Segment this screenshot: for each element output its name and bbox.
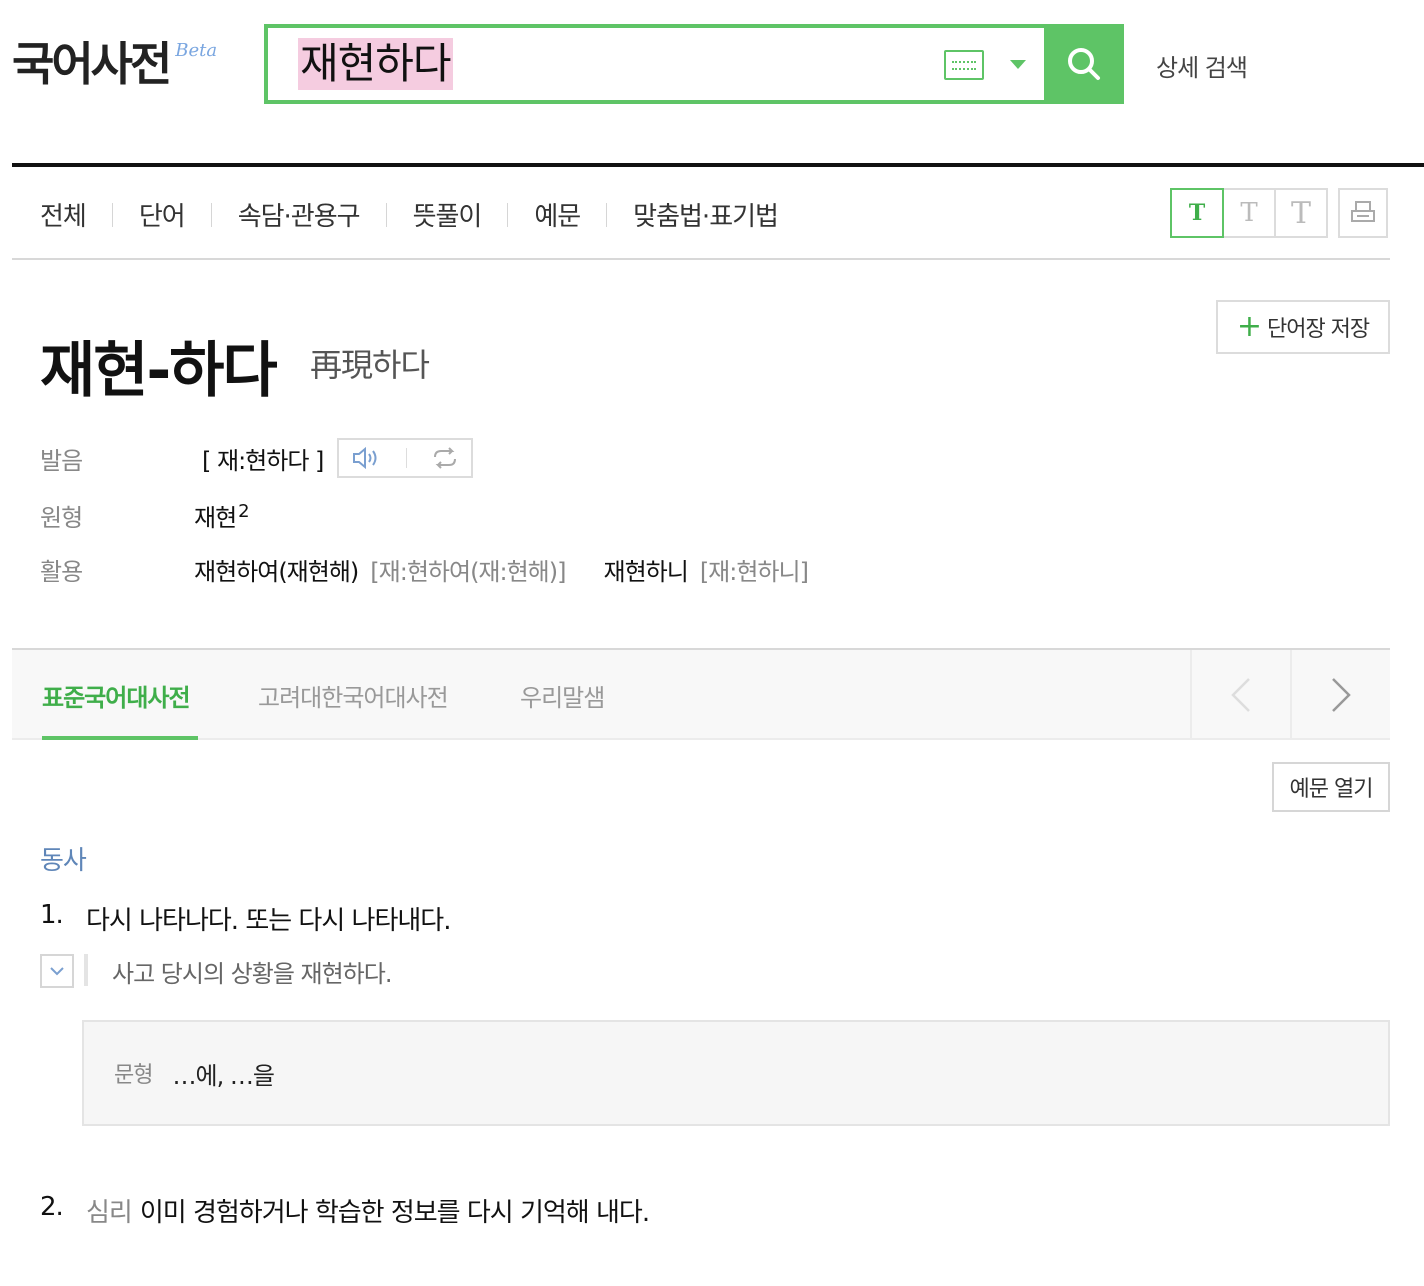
save-label: 단어장 저장 <box>1266 317 1370 342</box>
header-divider <box>12 163 1424 167</box>
headword: 재현-하다 <box>40 336 278 406</box>
category-definition[interactable]: 뜻풀이 <box>413 196 483 233</box>
pattern-text: …에, …을 <box>172 1061 274 1090</box>
audio-controls <box>337 438 474 478</box>
sentence-pattern-box: 문형 …에, …을 <box>82 1020 1390 1126</box>
tab-urimalsaem[interactable]: 우리말샘 <box>520 678 605 713</box>
open-examples-button[interactable]: 예문 열기 <box>1272 762 1390 812</box>
speaker-icon[interactable] <box>351 446 383 470</box>
active-tab-indicator <box>42 736 198 740</box>
sense-field-label: 심리 <box>86 1198 133 1228</box>
divider <box>606 202 608 227</box>
pronunciation-label: 발음 <box>40 446 83 475</box>
pronunciation-row: 발음 [ 재:현하다 ] <box>40 438 474 478</box>
tab-standard-dictionary[interactable]: 표준국어대사전 <box>42 678 191 713</box>
tab-next-button[interactable] <box>1290 650 1390 740</box>
print-button[interactable] <box>1338 188 1388 238</box>
conjugation-pron-2: [재:현하니] <box>699 558 809 586</box>
divider <box>385 202 387 227</box>
base-form-link[interactable]: 재현 2 <box>194 498 250 533</box>
base-form-label: 원형 <box>40 504 83 532</box>
base-form-value: 재현 <box>194 504 237 532</box>
part-of-speech: 동사 <box>40 846 87 876</box>
category-all[interactable]: 전체 <box>40 196 87 233</box>
search-input[interactable]: 재현하다 <box>298 38 453 90</box>
conjugation-pron-1: [재:현하여(재:현해)] <box>370 558 566 586</box>
chevron-down-icon[interactable] <box>1010 60 1026 69</box>
example-sentence: 사고 당시의 상황을 재현하다. <box>112 960 392 988</box>
repeat-icon[interactable] <box>430 446 460 470</box>
tab-korea-univ-dictionary[interactable]: 고려대한국어대사전 <box>258 678 449 713</box>
divider <box>405 448 407 468</box>
sense-2: 2. 심리 이미 경험하거나 학습한 정보를 다시 기억해 내다. <box>40 1192 650 1229</box>
chevron-down-icon <box>50 967 64 976</box>
category-nav: 전체 단어 속담·관용구 뜻풀이 예문 맞춤법·표기법 <box>40 196 779 233</box>
text-size-small-icon: T <box>1188 200 1206 226</box>
headword-hanja: 再現하다 <box>310 346 430 384</box>
sense-definition: 다시 나타나다. 또는 다시 나타내다. <box>86 906 451 936</box>
font-size-tools: T T T <box>1170 188 1388 238</box>
logo-text: 국어사전 <box>12 37 172 91</box>
sense-number: 2. <box>40 1192 64 1222</box>
pattern-label: 문형 <box>114 1063 153 1088</box>
divider <box>111 202 113 227</box>
plus-icon: + <box>1236 309 1262 344</box>
site-logo[interactable]: 국어사전 Beta <box>12 36 217 92</box>
search-button[interactable] <box>1044 24 1124 104</box>
tab-prev-button[interactable] <box>1190 650 1290 740</box>
conjugation-row: 활용 재현하여(재현해) [재:현하여(재:현해)] 재현하니 [재:현하니] <box>40 552 809 587</box>
chevron-right-icon <box>1332 678 1351 712</box>
nav-divider <box>12 258 1390 260</box>
divider <box>507 202 509 227</box>
conjugation-form-1: 재현하여(재현해) <box>194 558 359 586</box>
category-spelling[interactable]: 맞춤법·표기법 <box>633 196 779 233</box>
detail-search-link[interactable]: 상세 검색 <box>1156 48 1248 83</box>
search-icon <box>1068 48 1100 80</box>
sense-1: 1. 다시 나타나다. 또는 다시 나타내다. <box>40 900 451 937</box>
example-expand-button[interactable] <box>40 954 74 988</box>
text-size-medium-icon: T <box>1240 198 1258 228</box>
keyboard-icon[interactable] <box>944 50 984 80</box>
beta-badge: Beta <box>175 40 218 61</box>
sense-definition: 이미 경험하거나 학습한 정보를 다시 기억해 내다. <box>139 1198 650 1228</box>
base-form-row: 원형 재현 2 <box>40 498 250 533</box>
font-size-small-button[interactable]: T <box>1170 188 1224 238</box>
save-to-wordbook-button[interactable]: + 단어장 저장 <box>1216 300 1390 354</box>
font-size-large-button[interactable]: T <box>1274 188 1328 238</box>
dictionary-tabs: 표준국어대사전 고려대한국어대사전 우리말샘 <box>12 648 1390 740</box>
conjugation-label: 활용 <box>40 558 83 586</box>
font-size-medium-button[interactable]: T <box>1222 188 1276 238</box>
example-bar <box>84 954 88 986</box>
print-icon <box>1351 201 1375 222</box>
category-example[interactable]: 예문 <box>534 196 581 233</box>
pronunciation-value: [ 재:현하다 ] <box>202 446 324 475</box>
chevron-left-icon <box>1231 678 1250 712</box>
divider <box>210 202 212 227</box>
category-proverb-idiom[interactable]: 속담·관용구 <box>238 196 361 233</box>
homonym-number: 2 <box>238 501 249 522</box>
search-box: 재현하다 <box>264 24 1124 104</box>
sense-number: 1. <box>40 900 64 930</box>
category-word[interactable]: 단어 <box>139 196 186 233</box>
text-size-large-icon: T <box>1290 195 1311 231</box>
conjugation-form-2: 재현하니 <box>603 558 688 586</box>
